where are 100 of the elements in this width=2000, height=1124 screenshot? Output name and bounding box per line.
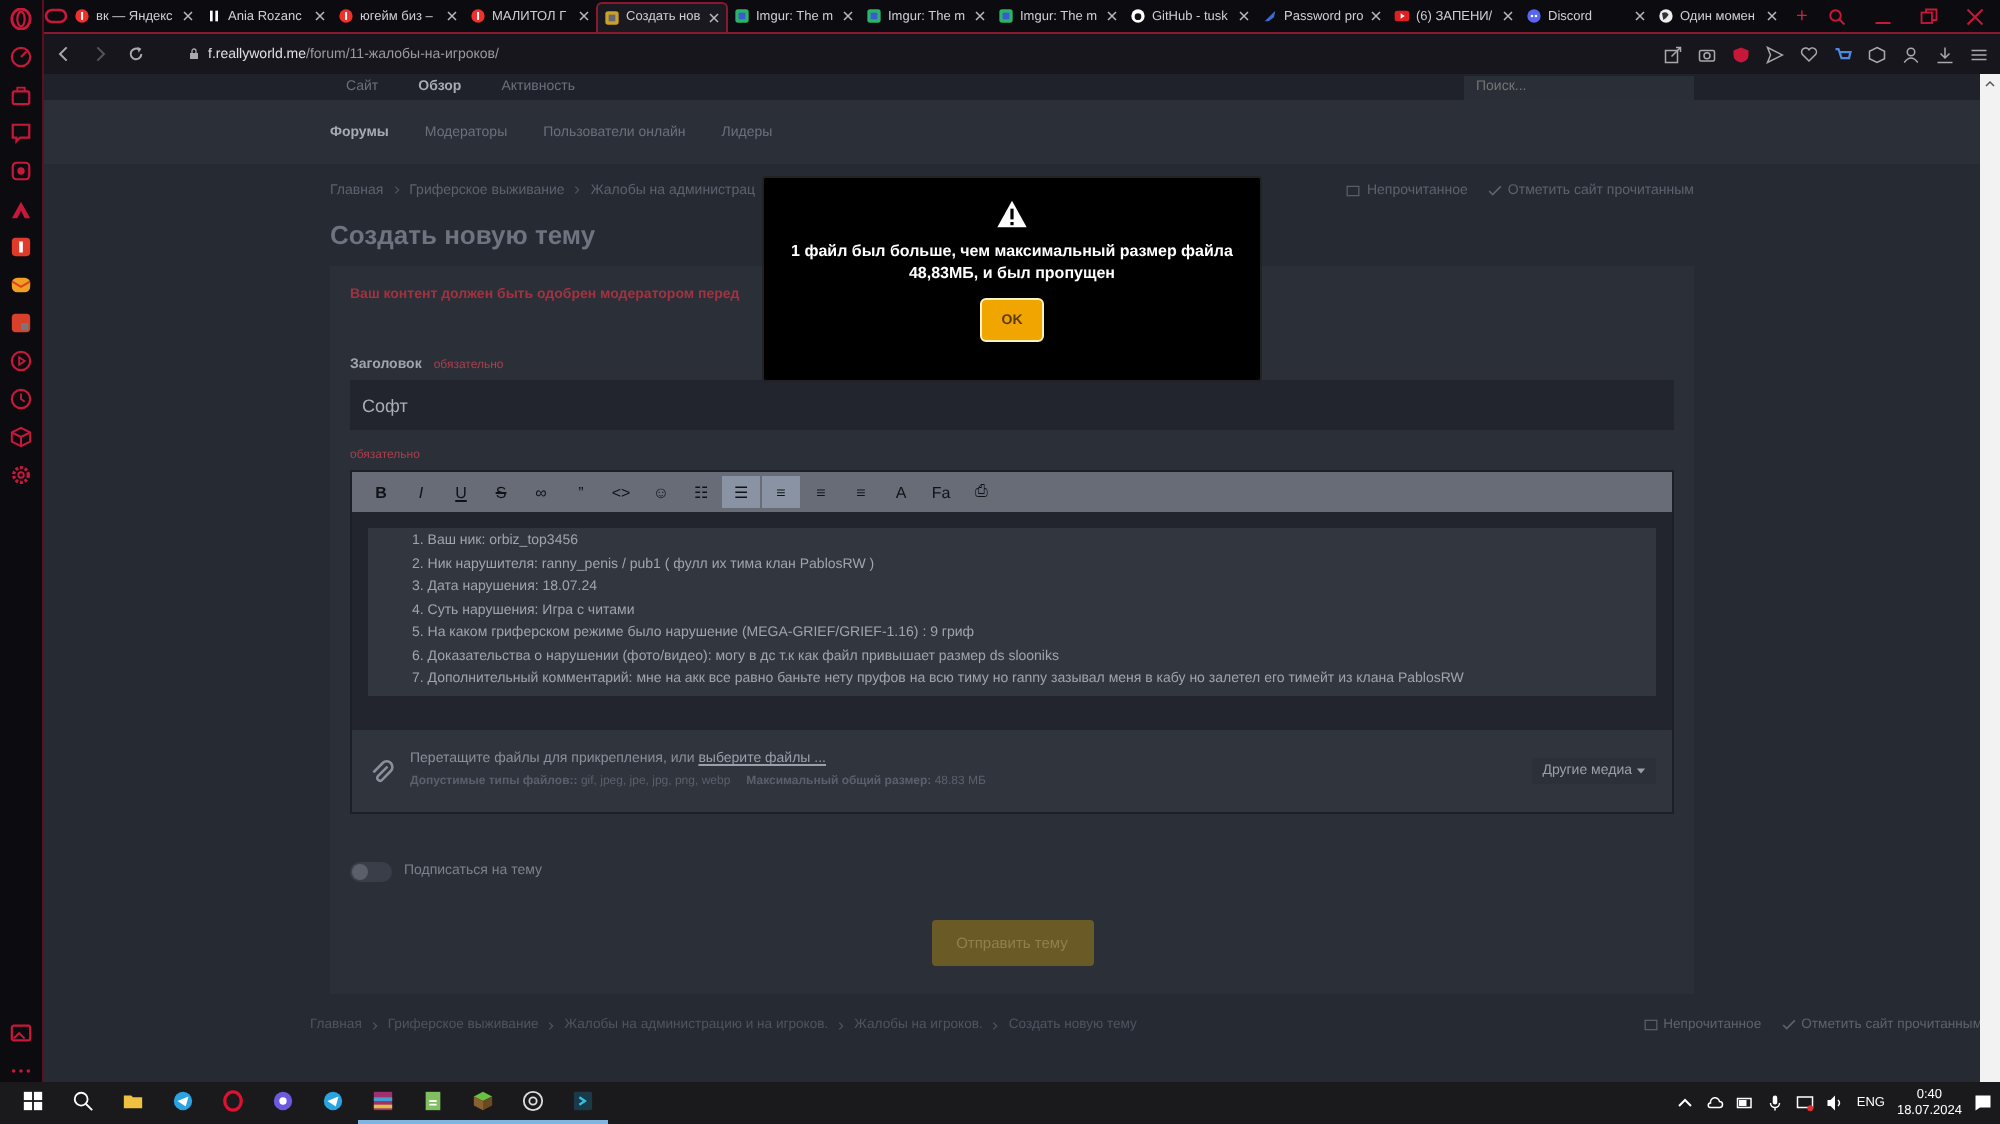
speedometer-icon[interactable] — [10, 46, 32, 68]
title-field[interactable]: Софт — [350, 380, 1674, 430]
cube-icon[interactable] — [10, 426, 32, 448]
format-button[interactable]: ☺ — [642, 476, 680, 508]
forward-icon[interactable] — [92, 46, 108, 62]
letter-circle-icon — [74, 8, 90, 24]
archive-icon[interactable] — [372, 1090, 394, 1112]
reload-icon[interactable] — [128, 46, 144, 62]
close-icon[interactable] — [1766, 10, 1778, 22]
format-button[interactable]: ≡ — [762, 476, 800, 508]
opera-logo-icon[interactable] — [10, 8, 32, 30]
chat-bubble-icon[interactable] — [272, 1090, 294, 1112]
format-button[interactable]: A — [882, 476, 920, 508]
send-icon[interactable] — [1766, 45, 1784, 63]
letter-tile-icon[interactable] — [10, 236, 32, 258]
close-icon[interactable] — [1634, 10, 1646, 22]
close-icon[interactable] — [1502, 10, 1514, 22]
close-icon[interactable] — [578, 10, 590, 22]
notification-icon[interactable] — [1974, 1094, 1992, 1112]
settings-icon[interactable] — [10, 464, 32, 486]
toggle-switch[interactable] — [350, 861, 392, 881]
format-button[interactable]: U — [442, 476, 480, 508]
terminal-icon[interactable] — [572, 1090, 594, 1112]
speaker-icon[interactable] — [1826, 1094, 1845, 1112]
chevron-icon — [369, 1019, 380, 1031]
chevron-icon — [836, 1019, 847, 1031]
battery-icon[interactable] — [1736, 1094, 1755, 1112]
user-icon[interactable] — [1902, 45, 1920, 63]
cart-icon[interactable] — [1834, 45, 1852, 63]
close-icon[interactable] — [1238, 10, 1250, 22]
heart-icon[interactable] — [1800, 45, 1818, 63]
menu-icon[interactable] — [1970, 45, 1988, 63]
format-button[interactable]: ☷ — [682, 476, 720, 508]
format-button[interactable]: ⎙ — [962, 476, 1000, 508]
close-icon[interactable] — [842, 10, 854, 22]
format-button[interactable]: ≡ — [802, 476, 840, 508]
restore-icon[interactable] — [1920, 7, 1938, 25]
format-button[interactable]: B — [362, 476, 400, 508]
aperture-icon[interactable] — [522, 1090, 544, 1112]
chevron-icon — [546, 1019, 557, 1031]
cube-icon[interactable] — [1868, 45, 1886, 63]
block-icon[interactable] — [472, 1090, 494, 1112]
share-icon[interactable] — [1664, 45, 1682, 63]
chevron-up-icon[interactable] — [1676, 1094, 1695, 1112]
format-button[interactable]: S — [482, 476, 520, 508]
folder-icon[interactable] — [122, 1090, 144, 1112]
network-icon[interactable] — [1796, 1094, 1815, 1112]
cloud-icon[interactable] — [1706, 1094, 1725, 1112]
scroll-up-icon[interactable] — [1984, 78, 1996, 90]
clock-icon[interactable] — [10, 388, 32, 410]
windows-logo-icon[interactable] — [22, 1090, 44, 1112]
format-button[interactable]: I — [402, 476, 440, 508]
close-icon[interactable] — [314, 10, 326, 22]
close-icon[interactable] — [182, 10, 194, 22]
close-icon[interactable] — [1370, 10, 1382, 22]
gallery-icon[interactable] — [10, 1022, 32, 1044]
document-icon[interactable] — [422, 1090, 444, 1112]
paper-plane-icon[interactable] — [172, 1090, 194, 1112]
back-icon[interactable] — [56, 46, 72, 62]
format-button[interactable]: ≡ — [842, 476, 880, 508]
play-circle-icon[interactable] — [10, 350, 32, 372]
camera-icon[interactable] — [10, 160, 32, 182]
message-editor[interactable] — [350, 470, 1674, 813]
camera-icon[interactable] — [1698, 45, 1716, 63]
close-icon[interactable] — [974, 10, 986, 22]
image-icon — [866, 8, 882, 24]
chat-icon[interactable] — [10, 122, 32, 144]
close-icon[interactable] — [446, 10, 458, 22]
shield-icon[interactable] — [1732, 45, 1750, 63]
paper-plane-icon[interactable] — [322, 1090, 344, 1112]
letter-circle-icon — [470, 8, 486, 24]
format-button[interactable]: ” — [562, 476, 600, 508]
alert-message: 1 файл был больше, чем максимальный размер файла 48,83МБ, и был пропущен — [789, 242, 1235, 284]
app-tile-icon[interactable] — [10, 312, 32, 334]
new-tab-button[interactable]: + — [1796, 5, 1808, 27]
search-icon[interactable] — [72, 1090, 94, 1112]
download-icon[interactable] — [1936, 45, 1954, 63]
gamepad-icon[interactable] — [44, 4, 68, 28]
check-icon — [1781, 1018, 1796, 1032]
envelope-icon[interactable] — [10, 274, 32, 296]
chevron-icon — [572, 184, 583, 196]
microphone-icon[interactable] — [1766, 1094, 1785, 1112]
scrollbar[interactable] — [1980, 74, 2000, 1082]
close-icon[interactable] — [1106, 10, 1118, 22]
image-icon — [734, 8, 750, 24]
paperclip-icon — [368, 757, 394, 783]
close-icon[interactable] — [708, 11, 720, 23]
ring-icon[interactable] — [222, 1090, 244, 1112]
format-button[interactable]: Fa — [922, 476, 960, 508]
list-icon — [1346, 183, 1361, 197]
warning-icon — [994, 198, 1030, 230]
play-icon — [1394, 8, 1410, 24]
chevron-icon — [391, 184, 402, 196]
image-icon — [998, 8, 1014, 24]
format-button[interactable]: ☰ — [722, 476, 760, 508]
format-button[interactable]: ∞ — [522, 476, 560, 508]
bag-icon[interactable] — [10, 84, 32, 106]
bars-icon — [206, 8, 222, 24]
peak-icon[interactable] — [10, 198, 32, 220]
format-button[interactable]: <> — [602, 476, 640, 508]
